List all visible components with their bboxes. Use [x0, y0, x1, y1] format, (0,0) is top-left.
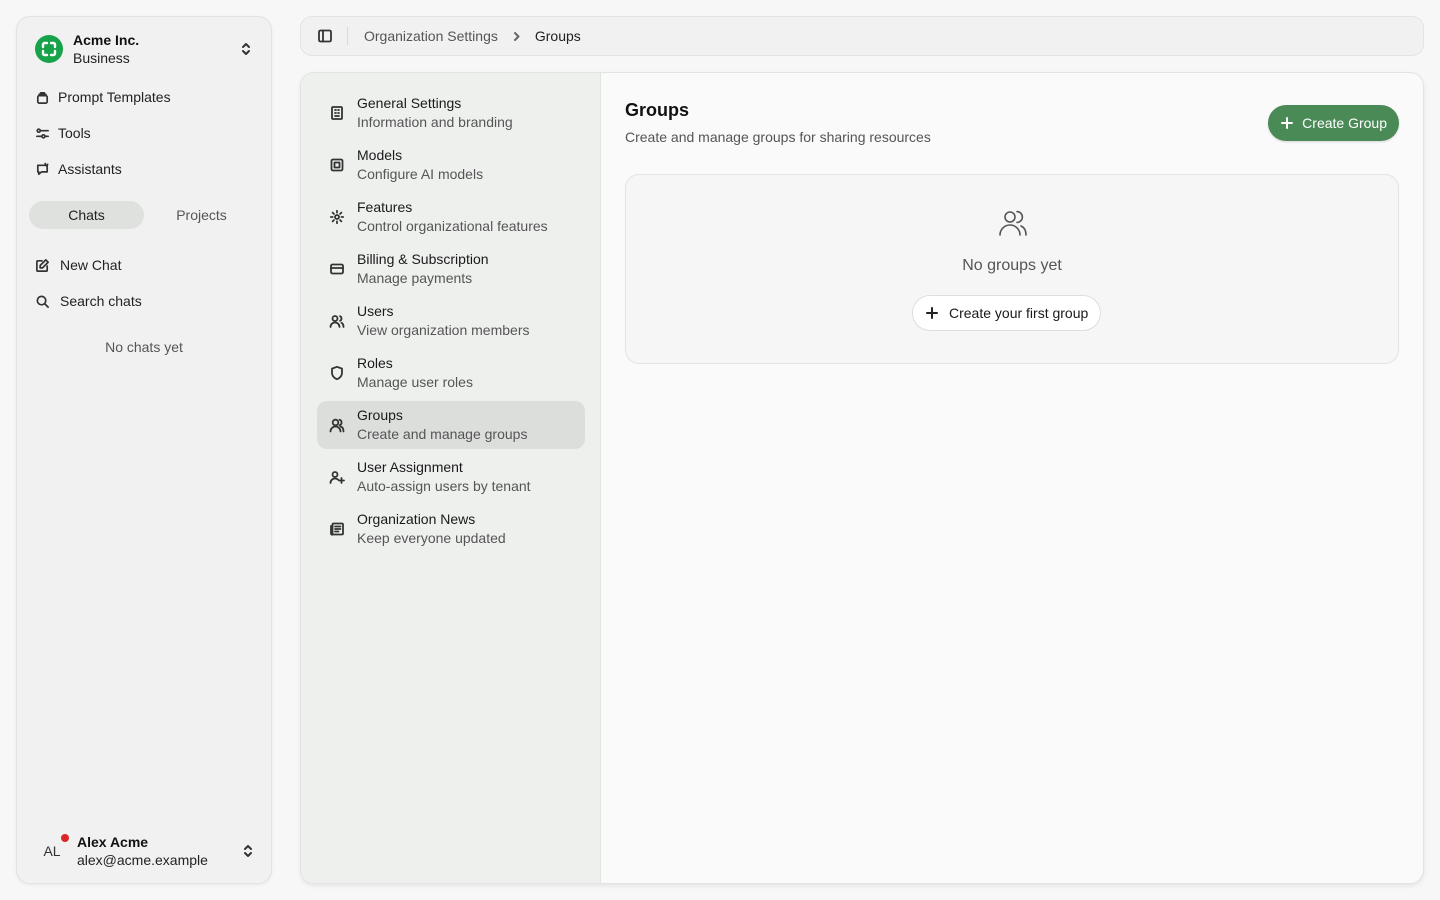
- plus-icon: [925, 306, 939, 320]
- shield-icon: [329, 365, 345, 381]
- sidebar-item-assistants[interactable]: Assistants: [25, 151, 263, 187]
- settings-item-billing[interactable]: Billing & Subscription Manage payments: [317, 245, 585, 293]
- settings-item-users[interactable]: Users View organization members: [317, 297, 585, 345]
- chevrons-up-down-icon: [241, 844, 255, 858]
- divider: [347, 27, 348, 45]
- groups-icon: [329, 417, 345, 433]
- sidebar-item-label: Assistants: [58, 161, 122, 177]
- tab-chats[interactable]: Chats: [29, 201, 144, 229]
- chats-projects-toggle: Chats Projects: [29, 201, 259, 229]
- settings-item-label: Groups: [357, 407, 403, 423]
- users-icon: [997, 207, 1029, 239]
- sidebar-item-tools[interactable]: Tools: [25, 115, 263, 151]
- settings-item-label: General Settings: [357, 95, 462, 111]
- user-name: Alex Acme: [77, 834, 149, 850]
- org-switcher[interactable]: Acme Inc. Business: [25, 25, 263, 73]
- search-chats-button[interactable]: Search chats: [25, 283, 263, 319]
- credit-card-icon: [329, 261, 345, 277]
- search-icon: [35, 294, 50, 309]
- settings-item-desc: Information and branding: [357, 114, 513, 130]
- gear-icon: [329, 209, 345, 225]
- breadcrumb-current: Groups: [534, 28, 581, 44]
- tab-projects[interactable]: Projects: [144, 201, 259, 229]
- org-plan: Business: [73, 50, 130, 66]
- templates-icon: [35, 90, 50, 105]
- create-first-group-label: Create your first group: [949, 305, 1089, 321]
- plus-icon: [1280, 116, 1294, 130]
- sidebar-item-label: Prompt Templates: [58, 89, 171, 105]
- empty-state-text: No groups yet: [962, 257, 1062, 274]
- settings-item-label: Organization News: [357, 511, 476, 527]
- app-sidebar: Acme Inc. Business Prompt Templates Tool…: [16, 16, 272, 884]
- users-icon: [329, 313, 345, 329]
- settings-item-label: Features: [357, 199, 413, 215]
- user-menu[interactable]: AL Alex Acme alex@acme.example: [25, 825, 263, 877]
- search-chats-label: Search chats: [60, 293, 142, 309]
- settings-item-desc: Control organizational features: [357, 218, 548, 234]
- chat-actions: New Chat Search chats: [25, 247, 263, 319]
- sidebar-nav: Prompt Templates Tools Assistants: [25, 79, 263, 187]
- user-email: alex@acme.example: [77, 852, 208, 868]
- breadcrumb-bar: Organization Settings Groups: [300, 16, 1424, 56]
- edit-icon: [35, 258, 50, 273]
- settings-item-models[interactable]: Models Configure AI models: [317, 141, 585, 189]
- settings-sidebar: General Settings Information and brandin…: [301, 73, 601, 883]
- settings-item-desc: Create and manage groups: [357, 426, 528, 442]
- no-chats-text: No chats yet: [105, 339, 183, 355]
- create-group-button[interactable]: Create Group: [1268, 105, 1399, 141]
- settings-item-label: User Assignment: [357, 459, 463, 475]
- breadcrumb-organization-settings[interactable]: Organization Settings: [364, 28, 498, 44]
- settings-item-user-assignment[interactable]: User Assignment Auto-assign users by ten…: [317, 453, 585, 501]
- settings-item-organization-news[interactable]: Organization News Keep everyone updated: [317, 505, 585, 553]
- create-group-label: Create Group: [1302, 115, 1387, 131]
- settings-item-label: Billing & Subscription: [357, 251, 489, 267]
- newspaper-icon: [329, 521, 345, 537]
- groups-content: Groups Create and manage groups for shar…: [625, 97, 1399, 364]
- settings-item-roles[interactable]: Roles Manage user roles: [317, 349, 585, 397]
- settings-item-desc: Manage payments: [357, 270, 473, 286]
- tools-icon: [35, 126, 50, 141]
- sidebar-toggle-icon[interactable]: [317, 28, 333, 44]
- building-icon: [329, 105, 345, 121]
- avatar-initials: AL: [43, 843, 61, 859]
- settings-item-label: Roles: [357, 355, 393, 371]
- sidebar-item-label: Tools: [58, 125, 91, 141]
- org-logo-icon: [35, 35, 63, 63]
- settings-item-label: Users: [357, 303, 394, 319]
- settings-item-general[interactable]: General Settings Information and brandin…: [317, 89, 585, 137]
- user-plus-icon: [329, 469, 345, 485]
- settings-item-desc: Keep everyone updated: [357, 530, 506, 546]
- avatar: AL: [37, 834, 69, 866]
- chevron-right-icon: [510, 30, 523, 43]
- new-chat-button[interactable]: New Chat: [25, 247, 263, 283]
- assistants-icon: [35, 162, 50, 177]
- sidebar-item-prompt-templates[interactable]: Prompt Templates: [25, 79, 263, 115]
- create-first-group-button[interactable]: Create your first group: [912, 295, 1102, 331]
- settings-item-groups[interactable]: Groups Create and manage groups: [317, 401, 585, 449]
- settings-item-desc: Manage user roles: [357, 374, 473, 390]
- new-chat-label: New Chat: [60, 257, 122, 273]
- status-dot: [61, 834, 69, 842]
- models-icon: [329, 157, 345, 173]
- chevrons-up-down-icon: [239, 42, 253, 56]
- main-panel: General Settings Information and brandin…: [300, 72, 1424, 884]
- org-name: Acme Inc.: [73, 32, 140, 48]
- empty-state: No groups yet Create your first group: [625, 174, 1399, 364]
- settings-item-features[interactable]: Features Control organizational features: [317, 193, 585, 241]
- settings-item-desc: Auto-assign users by tenant: [357, 478, 531, 494]
- settings-item-label: Models: [357, 147, 403, 163]
- settings-item-desc: View organization members: [357, 322, 530, 338]
- settings-item-desc: Configure AI models: [357, 166, 484, 182]
